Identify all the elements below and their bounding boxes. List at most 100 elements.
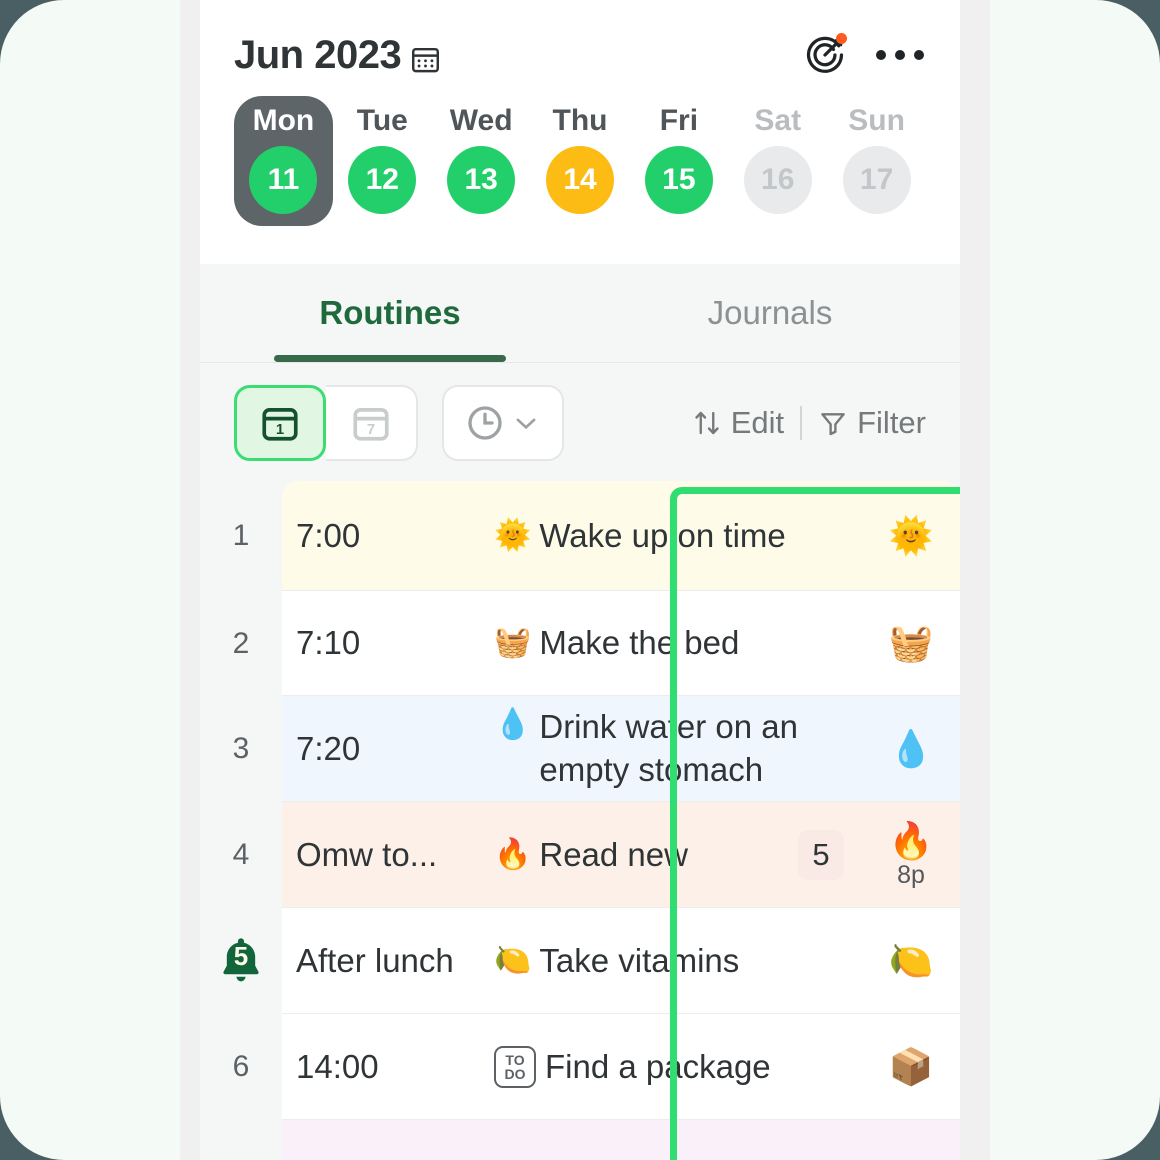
day-name: Sun bbox=[848, 104, 905, 137]
day-name: Sat bbox=[754, 104, 802, 137]
row-number: 5 bbox=[200, 908, 282, 1014]
day-selector-wed[interactable]: Wed 13 bbox=[432, 96, 531, 226]
table-row[interactable]: 2 7:10 🧺 Make the bed 🧺 bbox=[200, 591, 960, 696]
row-task[interactable]: 🧺 Make the bed bbox=[472, 591, 862, 696]
row-number: 6 bbox=[232, 1050, 250, 1083]
day-number: 12 bbox=[348, 146, 417, 214]
task-label: Drink water on an empty stomach bbox=[539, 707, 798, 788]
filter-button[interactable]: Filter bbox=[818, 405, 926, 441]
row-number: 1 bbox=[232, 519, 250, 552]
target-edit-icon[interactable] bbox=[802, 32, 848, 78]
day-view-button[interactable]: 1 bbox=[234, 385, 326, 461]
day-selector-tue[interactable]: Tue 12 bbox=[333, 96, 432, 226]
row-emoji-cell[interactable]: 🌞 bbox=[862, 481, 960, 591]
day-number: 16 bbox=[743, 146, 812, 214]
row-task[interactable]: TO DO Find a package bbox=[472, 1014, 862, 1120]
notification-dot bbox=[836, 33, 847, 44]
table-row[interactable]: 1 7:00 🌞 Wake up on time 🌞 bbox=[200, 481, 960, 591]
more-horizontal-icon[interactable] bbox=[874, 46, 926, 64]
phone-card: Jun 2023 Mon 11 Tue 12 Wed 13 Thu 14 Fri… bbox=[200, 0, 960, 1160]
row-emoji-cell[interactable]: 🍋 bbox=[862, 908, 960, 1014]
list-toolbar: 1 7 Edit Filter bbox=[200, 363, 960, 481]
tab-routines[interactable]: Routines bbox=[200, 264, 580, 362]
day-name: Wed bbox=[449, 104, 513, 137]
page-backdrop: Jun 2023 Mon 11 Tue 12 Wed 13 Thu 14 Fri… bbox=[0, 0, 1160, 1160]
sort-arrows-icon bbox=[695, 411, 719, 435]
day-selector-fri[interactable]: Fri 15 bbox=[629, 96, 728, 226]
row-emoji-sublabel: 8p bbox=[897, 860, 925, 889]
table-row[interactable]: 🏋️ bbox=[200, 1120, 960, 1160]
day-selector-thu[interactable]: Thu 14 bbox=[531, 96, 630, 226]
week-day-selector: Mon 11 Tue 12 Wed 13 Thu 14 Fri 15 Sat 1… bbox=[234, 96, 926, 226]
day-name: Fri bbox=[659, 104, 699, 137]
row-task[interactable] bbox=[472, 1120, 862, 1160]
table-row[interactable]: 4 Omw to... 🔥 Read new 5 🔥 8p bbox=[200, 802, 960, 908]
task-emoji-icon: 🔥 bbox=[494, 837, 532, 871]
day-name: Thu bbox=[552, 104, 608, 137]
day-number: 11 bbox=[249, 146, 318, 214]
app-header: Jun 2023 Mon 11 Tue 12 Wed 13 Thu 14 Fri… bbox=[200, 0, 960, 264]
day-name: Mon bbox=[252, 104, 315, 137]
reminder-bell-icon: 5 bbox=[218, 933, 264, 989]
day-number: 14 bbox=[546, 146, 614, 214]
row-time[interactable]: 7:00 bbox=[282, 481, 472, 591]
bell-count-label: 5 bbox=[233, 941, 249, 971]
row-task[interactable]: 🍋 Take vitamins bbox=[472, 908, 862, 1014]
page-title[interactable]: Jun 2023 bbox=[234, 33, 441, 78]
day-number: 13 bbox=[447, 146, 516, 214]
toolbar-separator bbox=[800, 406, 803, 440]
tab-journals[interactable]: Journals bbox=[580, 264, 960, 362]
row-time[interactable]: Omw to... bbox=[282, 802, 472, 908]
table-row[interactable]: 3 7:20 💧 Drink water on an empty stomach… bbox=[200, 696, 960, 802]
table-row[interactable]: 5 After lunch 🍋 Take vitamins 🍋 bbox=[200, 908, 960, 1014]
row-emoji-cell[interactable]: 🏋️ bbox=[862, 1120, 960, 1160]
header-top-bar: Jun 2023 bbox=[234, 22, 926, 88]
row-time[interactable] bbox=[282, 1120, 472, 1160]
time-filter-button[interactable] bbox=[442, 385, 564, 461]
svg-text:7: 7 bbox=[367, 422, 375, 438]
row-emoji-icon: 🍋 bbox=[888, 939, 934, 981]
chevron-down-icon bbox=[516, 418, 536, 430]
edit-button[interactable]: Edit bbox=[692, 405, 784, 441]
row-emoji-icon: 🧺 bbox=[888, 622, 934, 664]
funnel-icon bbox=[821, 413, 845, 436]
row-emoji-icon: 🔥 bbox=[888, 820, 934, 862]
row-number: 3 bbox=[232, 732, 250, 765]
day-selector-mon[interactable]: Mon 11 bbox=[234, 96, 333, 226]
row-task[interactable]: 🌞 Wake up on time bbox=[472, 481, 862, 591]
right-gutter bbox=[960, 0, 990, 1160]
task-label: Take vitamins bbox=[539, 941, 740, 979]
row-emoji-cell[interactable]: 🔥 8p bbox=[862, 802, 960, 908]
header-actions bbox=[802, 32, 926, 78]
day-selector-sun[interactable]: Sun 17 bbox=[827, 96, 926, 226]
row-emoji-cell[interactable]: 💧 bbox=[862, 696, 960, 802]
row-emoji-icon: 💧 bbox=[888, 727, 934, 769]
task-label: Make the bed bbox=[539, 624, 740, 661]
row-time[interactable]: 7:10 bbox=[282, 591, 472, 696]
calendar-icon[interactable] bbox=[410, 40, 441, 72]
row-emoji-cell[interactable]: 🧺 bbox=[862, 591, 960, 696]
row-time[interactable]: 14:00 bbox=[282, 1014, 472, 1120]
svg-text:1: 1 bbox=[276, 422, 284, 438]
tab-label: Routines bbox=[319, 294, 461, 331]
row-emoji-icon: 📦 bbox=[888, 1045, 934, 1087]
clock-icon bbox=[468, 406, 502, 440]
edit-label: Edit bbox=[730, 405, 785, 440]
row-number: 2 bbox=[232, 626, 250, 660]
row-task[interactable]: 💧 Drink water on an empty stomach bbox=[472, 696, 862, 802]
day-selector-sat[interactable]: Sat 16 bbox=[728, 96, 827, 226]
task-label: Wake up on time bbox=[539, 516, 786, 554]
row-emoji-cell[interactable]: 📦 bbox=[862, 1014, 960, 1120]
todo-box-icon: TO DO bbox=[494, 1045, 536, 1088]
row-task[interactable]: 🔥 Read new 5 bbox=[472, 802, 862, 908]
day-number: 15 bbox=[644, 146, 713, 214]
table-row[interactable]: 6 14:00 TO DO Find a package 📦 bbox=[200, 1014, 960, 1120]
row-number bbox=[200, 1120, 282, 1160]
task-emoji-icon: 🍋 bbox=[494, 943, 532, 977]
row-time[interactable]: 7:20 bbox=[282, 696, 472, 802]
month-title-text: Jun 2023 bbox=[234, 32, 402, 77]
task-emoji-icon: 🌞 bbox=[494, 518, 532, 552]
row-time[interactable]: After lunch bbox=[282, 908, 472, 1014]
row-emoji-icon: 🌞 bbox=[888, 514, 934, 556]
week-view-button[interactable]: 7 bbox=[326, 385, 418, 461]
